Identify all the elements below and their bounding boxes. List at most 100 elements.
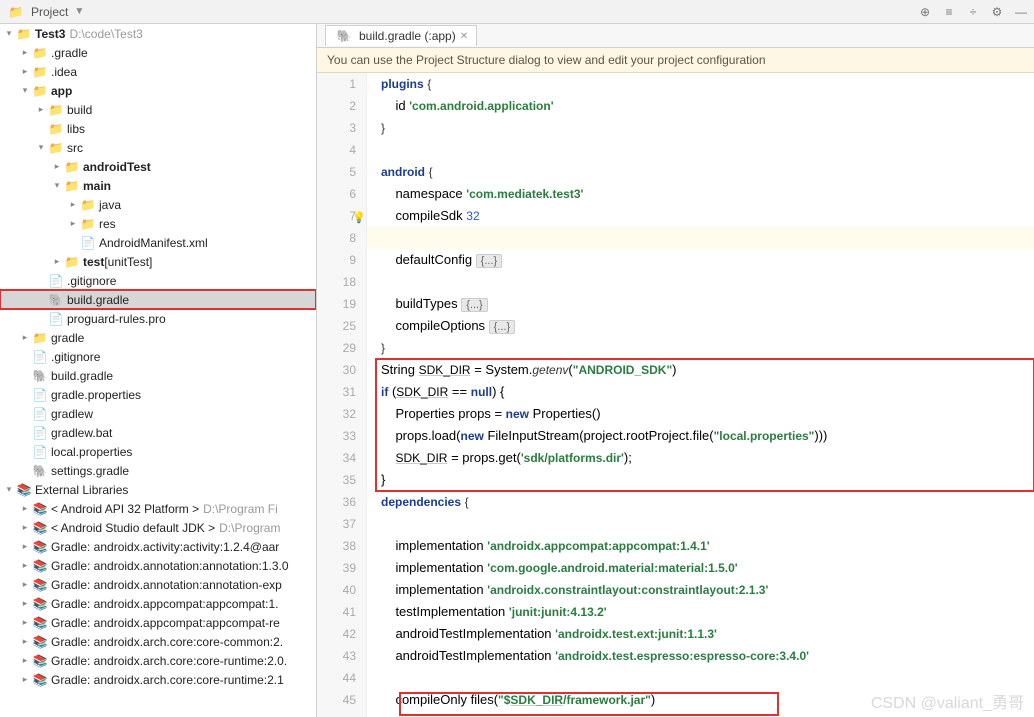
- tree-arrow-icon[interactable]: ▸: [52, 161, 62, 172]
- tree-item[interactable]: ▸📚Gradle: androidx.annotation:annotation…: [0, 575, 316, 594]
- tree-item[interactable]: 📄.gitignore: [0, 347, 316, 366]
- tree-item[interactable]: ▸📁.gradle: [0, 43, 316, 62]
- code-line[interactable]: androidTestImplementation 'androidx.test…: [367, 623, 1034, 645]
- project-selector[interactable]: 📁 Project ▼: [6, 4, 84, 20]
- tree-item[interactable]: 📄proguard-rules.pro: [0, 309, 316, 328]
- code-line[interactable]: SDK_DIR = props.get('sdk/platforms.dir')…: [367, 447, 1034, 469]
- gear-icon[interactable]: ⚙: [990, 5, 1004, 19]
- code-line[interactable]: android {: [367, 161, 1034, 183]
- close-icon[interactable]: ✕: [460, 31, 468, 42]
- expand-icon[interactable]: ≡: [942, 5, 956, 19]
- code-line[interactable]: }: [367, 117, 1034, 139]
- tree-item[interactable]: ▸📚Gradle: androidx.arch.core:core-runtim…: [0, 651, 316, 670]
- tree-item[interactable]: ▸📁androidTest: [0, 157, 316, 176]
- tree-item[interactable]: ▸📚Gradle: androidx.appcompat:appcompat-r…: [0, 613, 316, 632]
- project-tree[interactable]: ▾📁Test3D:\code\Test3▸📁.gradle▸📁.idea▾📁ap…: [0, 24, 317, 717]
- tree-item[interactable]: ▸📚< Android Studio default JDK >D:\Progr…: [0, 518, 316, 537]
- tree-item[interactable]: 📄.gitignore: [0, 271, 316, 290]
- tree-arrow-icon[interactable]: ▸: [20, 503, 30, 514]
- tree-arrow-icon[interactable]: ▸: [68, 199, 78, 210]
- tree-item[interactable]: ▸📚Gradle: androidx.appcompat:appcompat:1…: [0, 594, 316, 613]
- tree-item[interactable]: 📄gradlew.bat: [0, 423, 316, 442]
- banner[interactable]: You can use the Project Structure dialog…: [317, 48, 1034, 73]
- code-line[interactable]: buildTypes {...}: [367, 293, 1034, 315]
- tree-arrow-icon[interactable]: ▾: [4, 28, 14, 39]
- code-line[interactable]: compileOnly files("$SDK_DIR/framework.ja…: [367, 689, 1034, 711]
- tree-arrow-icon[interactable]: ▸: [20, 541, 30, 552]
- tree-arrow-icon[interactable]: ▸: [20, 560, 30, 571]
- tree-item[interactable]: ▸📁java: [0, 195, 316, 214]
- tree-item[interactable]: ▸📚Gradle: androidx.annotation:annotation…: [0, 556, 316, 575]
- tree-item[interactable]: 📄gradlew: [0, 404, 316, 423]
- tree-arrow-icon[interactable]: ▸: [20, 579, 30, 590]
- code-line[interactable]: [367, 667, 1034, 689]
- code-line[interactable]: defaultConfig {...}: [367, 249, 1034, 271]
- tree-item[interactable]: ▸📚Gradle: androidx.arch.core:core-runtim…: [0, 670, 316, 689]
- tree-item[interactable]: ▾📁main: [0, 176, 316, 195]
- tree-arrow-icon[interactable]: ▸: [20, 655, 30, 666]
- collapse-icon[interactable]: ÷: [966, 5, 980, 19]
- tab-build-gradle[interactable]: 🐘 build.gradle (:app) ✕: [325, 25, 477, 46]
- code-line[interactable]: compileOptions {...}: [367, 315, 1034, 337]
- tree-item[interactable]: 📄local.properties: [0, 442, 316, 461]
- tree-item[interactable]: ▸📚Gradle: androidx.activity:activity:1.2…: [0, 537, 316, 556]
- code-line[interactable]: dependencies {: [367, 491, 1034, 513]
- tree-item[interactable]: 📄gradle.properties: [0, 385, 316, 404]
- tree-arrow-icon[interactable]: ▾: [4, 484, 14, 495]
- tree-arrow-icon[interactable]: ▸: [20, 598, 30, 609]
- code-line[interactable]: namespace 'com.mediatek.test3': [367, 183, 1034, 205]
- code-line[interactable]: implementation 'com.google.android.mater…: [367, 557, 1034, 579]
- hide-icon[interactable]: —: [1014, 5, 1028, 19]
- tree-item[interactable]: ▾📚External Libraries: [0, 480, 316, 499]
- tree-arrow-icon[interactable]: ▸: [52, 256, 62, 267]
- tree-arrow-icon[interactable]: ▸: [20, 674, 30, 685]
- tree-item[interactable]: 🐘build.gradle: [0, 366, 316, 385]
- tree-item[interactable]: 🐘build.gradle: [0, 290, 316, 309]
- code[interactable]: plugins { id 'com.android.application'} a…: [367, 73, 1034, 717]
- tree-item[interactable]: ▸📁.idea: [0, 62, 316, 81]
- code-line[interactable]: }: [367, 469, 1034, 491]
- tree-arrow-icon[interactable]: ▸: [68, 218, 78, 229]
- tree-item[interactable]: 📄AndroidManifest.xml: [0, 233, 316, 252]
- tree-arrow-icon[interactable]: ▸: [20, 636, 30, 647]
- tree-arrow-icon[interactable]: ▸: [20, 617, 30, 628]
- tree-item[interactable]: ▸📚Gradle: androidx.arch.core:core-common…: [0, 632, 316, 651]
- code-line[interactable]: }: [367, 711, 1034, 717]
- tree-item[interactable]: 📁libs: [0, 119, 316, 138]
- code-line[interactable]: plugins {: [367, 73, 1034, 95]
- code-line[interactable]: }: [367, 337, 1034, 359]
- code-line[interactable]: if (SDK_DIR == null) {: [367, 381, 1034, 403]
- tree-arrow-icon[interactable]: ▸: [20, 47, 30, 58]
- code-line[interactable]: [367, 139, 1034, 161]
- tree-item[interactable]: ▾📁Test3D:\code\Test3: [0, 24, 316, 43]
- code-line[interactable]: id 'com.android.application': [367, 95, 1034, 117]
- tree-item[interactable]: ▾📁src: [0, 138, 316, 157]
- tree-item[interactable]: ▸📁res: [0, 214, 316, 233]
- tree-arrow-icon[interactable]: ▸: [20, 332, 30, 343]
- code-line[interactable]: String SDK_DIR = System.getenv("ANDROID_…: [367, 359, 1034, 381]
- code-line[interactable]: androidTestImplementation 'androidx.test…: [367, 645, 1034, 667]
- code-line[interactable]: testImplementation 'junit:junit:4.13.2': [367, 601, 1034, 623]
- code-line[interactable]: implementation 'androidx.appcompat:appco…: [367, 535, 1034, 557]
- tree-arrow-icon[interactable]: ▸: [20, 522, 30, 533]
- code-area[interactable]: 1234567891819252930313233343536373839404…: [317, 73, 1034, 717]
- code-line[interactable]: compileSdk 32: [367, 205, 1034, 227]
- tree-arrow-icon[interactable]: ▾: [20, 85, 30, 96]
- tree-arrow-icon[interactable]: ▾: [52, 180, 62, 191]
- code-line[interactable]: [367, 513, 1034, 535]
- code-line[interactable]: Properties props = new Properties(): [367, 403, 1034, 425]
- locate-icon[interactable]: ⊕: [918, 5, 932, 19]
- tree-item[interactable]: ▸📁gradle: [0, 328, 316, 347]
- tree-arrow-icon[interactable]: ▸: [20, 66, 30, 77]
- tree-item[interactable]: ▾📁app: [0, 81, 316, 100]
- tree-item[interactable]: ▸📚< Android API 32 Platform >D:\Program …: [0, 499, 316, 518]
- code-line[interactable]: implementation 'androidx.constraintlayou…: [367, 579, 1034, 601]
- tree-item[interactable]: 🐘settings.gradle: [0, 461, 316, 480]
- code-line[interactable]: [367, 227, 1034, 249]
- code-line[interactable]: props.load(new FileInputStream(project.r…: [367, 425, 1034, 447]
- tree-arrow-icon[interactable]: ▸: [36, 104, 46, 115]
- code-line[interactable]: [367, 271, 1034, 293]
- tree-item[interactable]: ▸📁test [unitTest]: [0, 252, 316, 271]
- tree-arrow-icon[interactable]: ▾: [36, 142, 46, 153]
- tree-item[interactable]: ▸📁build: [0, 100, 316, 119]
